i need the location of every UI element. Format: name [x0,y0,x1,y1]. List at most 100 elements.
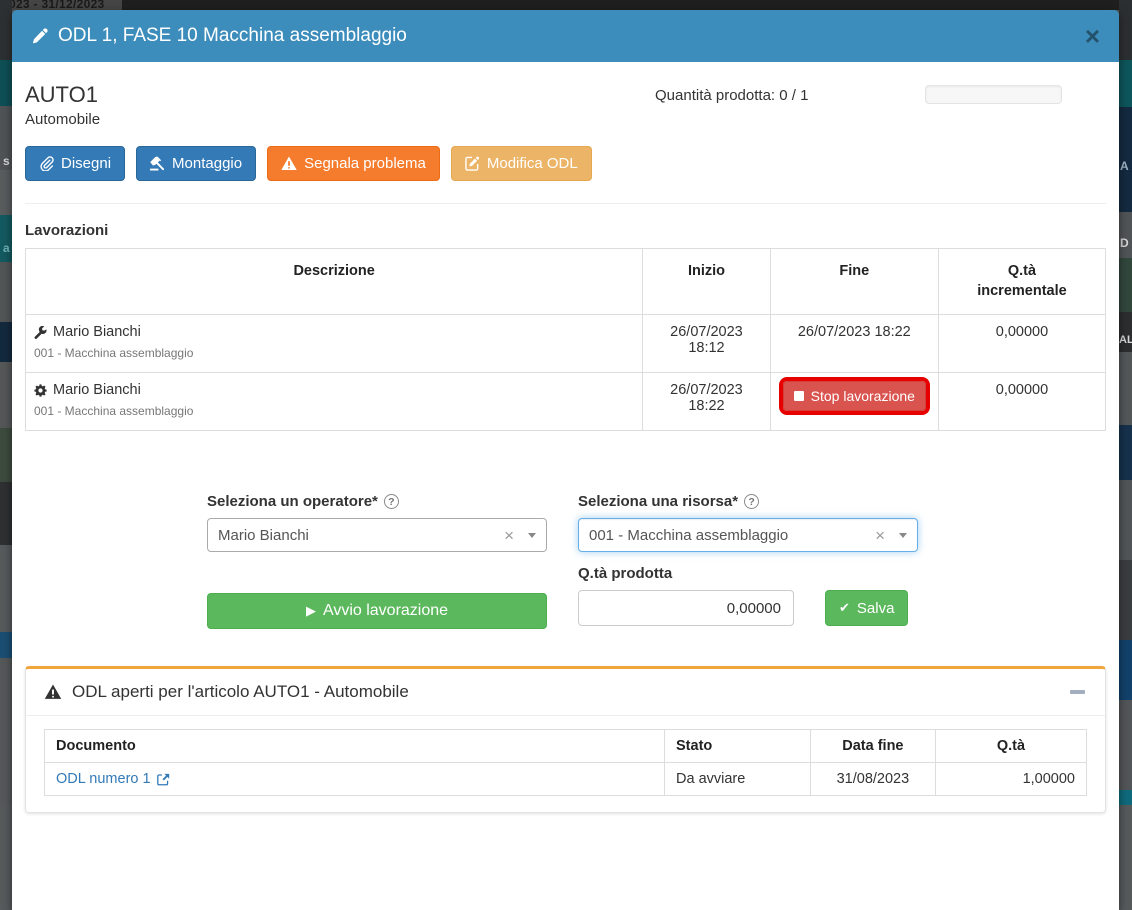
paperclip-icon [39,156,54,171]
fine-cell: Stop lavorazione [770,373,938,431]
stop-lavorazione-button[interactable]: Stop lavorazione [783,381,926,411]
avvio-lavorazione-button[interactable]: ▶ Avvio lavorazione [207,593,547,629]
warning-icon [281,156,297,171]
gavel-icon [150,156,165,171]
edit-square-icon [465,156,480,171]
inizio-cell: 26/07/2023 18:22 [643,373,770,431]
backdrop-date-box: 2023 - 31/12/2023 [0,0,122,10]
table-row: Mario Bianchi 001 - Macchina assemblaggi… [26,315,1106,373]
backdrop-fragment: a [3,241,10,255]
play-icon: ▶ [306,603,316,619]
col-descrizione: Descrizione [26,249,643,315]
stop-icon [794,391,804,401]
modal-title: ODL 1, FASE 10 Macchina assemblaggio [31,25,407,47]
modal-body: AUTO1 Automobile Quantità prodotta: 0 / … [12,62,1119,837]
resource-label: Seleziona una risorsa* ? [578,493,918,510]
help-icon[interactable]: ? [384,494,399,509]
lavorazioni-table: Descrizione Inizio Fine Q.tà incremental… [25,248,1106,431]
salva-button[interactable]: ✔ Salva [825,590,908,626]
qty-save-row: ✔ Salva [578,590,918,626]
backdrop-fragment: AL [1119,334,1132,346]
col-qta-incrementale: Q.tà incrementale [938,249,1105,315]
segnala-problema-button-label: Segnala problema [304,155,426,172]
open-odl-card-header: ODL aperti per l'articolo AUTO1 - Automo… [26,669,1105,716]
table-row: Mario Bianchi 001 - Macchina assemblaggi… [26,373,1106,431]
operator-name: Mario Bianchi [53,324,141,340]
operator-line: Mario Bianchi [34,382,634,398]
disegni-button[interactable]: Disegni [25,146,125,181]
resource-column: Seleziona una risorsa* ? 001 - Macchina … [578,493,918,629]
resource-name: 001 - Macchina assemblaggio [34,404,634,418]
backdrop-fragment: A [1120,159,1129,173]
salva-label: Salva [857,600,895,617]
quantity-produced-label: Quantità prodotta: 0 / 1 [655,87,808,104]
montaggio-button-label: Montaggio [172,155,242,172]
resource-name: 001 - Macchina assemblaggio [34,346,634,360]
stato-cell: Da avviare [665,763,811,796]
operator-select-value: Mario Bianchi [218,527,504,544]
close-icon[interactable]: × [1085,26,1100,46]
modal-header: ODL 1, FASE 10 Macchina assemblaggio × [12,10,1119,62]
start-work-form: Seleziona un operatore* ? Mario Bianchi … [25,493,1106,629]
inizio-cell: 26/07/2023 18:12 [643,315,770,373]
descrizione-cell: Mario Bianchi 001 - Macchina assemblaggi… [26,315,643,373]
col-qta: Q.tà [935,730,1086,763]
col-documento: Documento [45,730,665,763]
open-odl-header-row: Documento Stato Data fine Q.tà [45,730,1087,763]
col-fine: Fine [770,249,938,315]
clear-icon[interactable]: × [875,527,885,544]
backdrop-date-range: 2023 - 31/12/2023 [2,0,105,10]
lavorazioni-title: Lavorazioni [25,222,1106,239]
action-button-row: Disegni Montaggio Segnala problema Modif… [25,146,1106,181]
gear-icon [34,384,47,397]
check-icon: ✔ [839,600,850,616]
minus-icon [1070,690,1085,694]
article-summary-row: AUTO1 Automobile Quantità prodotta: 0 / … [25,82,1106,142]
operator-line: Mario Bianchi [34,324,634,340]
modifica-odl-button-label: Modifica ODL [487,155,578,172]
open-odl-table: Documento Stato Data fine Q.tà ODL numer… [44,729,1087,796]
documento-cell: ODL numero 1 [45,763,665,796]
backdrop-right-strip: A D AL [1119,0,1132,805]
clear-icon[interactable]: × [504,527,514,544]
qty-prodotta-label: Q.tà prodotta [578,565,918,582]
avvio-lavorazione-label: Avvio lavorazione [323,602,448,620]
production-progress-bar [925,85,1062,104]
montaggio-button[interactable]: Montaggio [136,146,256,181]
open-odl-card: ODL aperti per l'articolo AUTO1 - Automo… [25,666,1106,813]
resource-select-value: 001 - Macchina assemblaggio [589,527,875,544]
backdrop-fragment: s [3,154,10,168]
operator-name: Mario Bianchi [53,382,141,398]
modal-title-text: ODL 1, FASE 10 Macchina assemblaggio [58,25,407,47]
warning-icon [44,684,62,700]
qty-prodotta-input[interactable] [578,590,794,626]
qta-cell: 0,00000 [938,373,1105,431]
modifica-odl-button[interactable]: Modifica ODL [451,146,592,181]
open-odl-card-body: Documento Stato Data fine Q.tà ODL numer… [26,716,1105,812]
qta-cell: 1,00000 [935,763,1086,796]
chevron-down-icon [528,533,536,538]
disegni-button-label: Disegni [61,155,111,172]
article-description: Automobile [25,111,1106,128]
operator-column: Seleziona un operatore* ? Mario Bianchi … [207,493,547,629]
operator-label: Seleziona un operatore* ? [207,493,547,510]
wrench-icon [34,326,47,339]
external-link-icon [157,773,170,786]
chevron-down-icon [899,533,907,538]
stop-button-highlight: Stop lavorazione [779,377,930,415]
help-icon[interactable]: ? [744,494,759,509]
odl-document-link[interactable]: ODL numero 1 [56,771,170,787]
backdrop-top-strip: 2023 - 31/12/2023 [0,0,1132,10]
divider [25,203,1106,204]
operator-select[interactable]: Mario Bianchi × [207,518,547,552]
collapse-button[interactable] [1068,686,1087,698]
col-inizio: Inizio [643,249,770,315]
segnala-problema-button[interactable]: Segnala problema [267,146,440,181]
pencil-icon [31,28,48,45]
col-stato: Stato [665,730,811,763]
open-odl-title: ODL aperti per l'articolo AUTO1 - Automo… [44,682,409,702]
resource-select[interactable]: 001 - Macchina assemblaggio × [578,518,918,552]
lavorazioni-header-row: Descrizione Inizio Fine Q.tà incremental… [26,249,1106,315]
data-fine-cell: 31/08/2023 [810,763,935,796]
table-row: ODL numero 1 Da avviare 31/08/2023 1,000… [45,763,1087,796]
